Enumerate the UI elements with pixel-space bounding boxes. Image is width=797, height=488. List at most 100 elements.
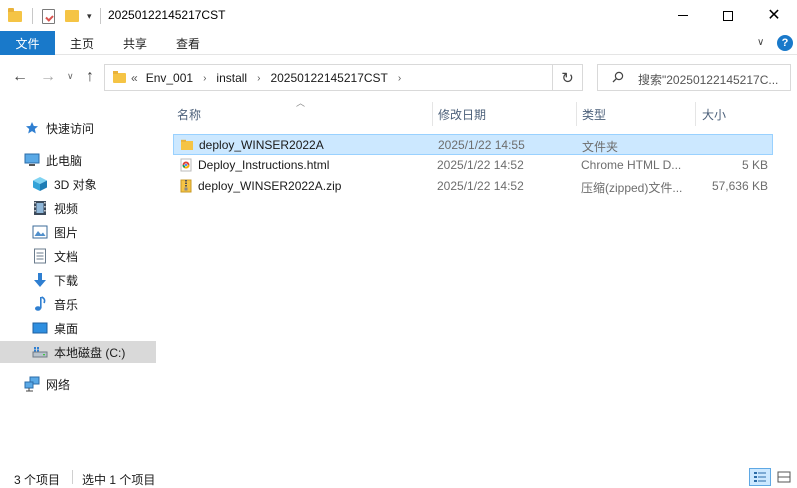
file-type: 压缩(zipped)文件...	[581, 181, 683, 195]
file-date: 2025/1/22 14:52	[437, 179, 524, 193]
tab-home[interactable]: 主页	[70, 31, 94, 55]
column-divider[interactable]	[695, 102, 696, 126]
column-header-label: 大小	[702, 107, 727, 122]
file-row[interactable]: deploy_WINSER2022A 2025/1/22 14:55 文件夹	[173, 134, 773, 155]
column-header-name[interactable]: 名称	[177, 102, 432, 126]
properties-icon[interactable]	[42, 8, 55, 24]
star-icon	[24, 120, 40, 136]
search-input[interactable]: 搜索"20250122145217C...	[597, 64, 791, 91]
navigation-pane: 快速访问 此电脑 3D 对象 视频 图片 文档 下载 音乐 桌面 本地磁盘 (C…	[0, 99, 158, 459]
file-size: 5 KB	[741, 158, 768, 172]
column-divider[interactable]	[432, 102, 433, 126]
video-icon	[32, 200, 48, 216]
recent-locations-chevron-icon[interactable]: ∨	[67, 71, 74, 82]
folder-icon	[181, 139, 193, 150]
forward-arrow-icon[interactable]: →	[40, 68, 56, 86]
sidebar-item-network[interactable]: 网络	[24, 373, 70, 395]
minimize-icon	[678, 15, 688, 16]
toolbar-divider	[99, 8, 101, 24]
tab-share[interactable]: 共享	[123, 31, 147, 55]
sidebar-item-label: 视频	[54, 201, 79, 216]
close-button[interactable]: ✕	[751, 0, 797, 31]
breadcrumb-separator-icon[interactable]: ›	[398, 73, 401, 84]
zip-icon	[180, 179, 192, 193]
details-view-icon	[754, 472, 766, 482]
sidebar-item-label: 文档	[54, 249, 79, 264]
new-folder-icon[interactable]	[65, 10, 79, 22]
sidebar-item-label: 桌面	[54, 321, 79, 336]
tab-view[interactable]: 查看	[176, 31, 200, 55]
breadcrumb: « Env_001 › install › 20250122145217CST …	[131, 71, 411, 85]
close-icon: ✕	[767, 6, 781, 24]
file-type: 文件夹	[582, 140, 619, 154]
tab-file[interactable]: 文件	[0, 31, 55, 55]
maximize-icon	[723, 10, 733, 21]
selection-count: 选中 1 个项目	[82, 473, 156, 487]
chrome-html-icon	[180, 158, 192, 172]
sidebar-item-3d-objects[interactable]: 3D 对象	[32, 173, 97, 195]
sidebar-item-quick-access[interactable]: 快速访问	[24, 117, 94, 139]
column-header-size[interactable]: 大小	[702, 102, 782, 126]
file-size: 57,636 KB	[711, 179, 768, 193]
sidebar-item-local-disk-c[interactable]: 本地磁盘 (C:)	[0, 341, 156, 363]
music-icon	[32, 296, 48, 312]
sidebar-item-label: 图片	[54, 225, 79, 240]
item-count: 3 个项目	[14, 473, 61, 487]
pictures-icon	[32, 224, 48, 240]
maximize-button[interactable]	[705, 0, 751, 31]
column-header-label: 类型	[582, 107, 607, 122]
back-arrow-icon[interactable]: ←	[12, 68, 28, 86]
sidebar-item-label: 本地磁盘 (C:)	[54, 345, 126, 360]
breadcrumb-item[interactable]: 20250122145217CST	[270, 71, 387, 85]
column-header-label: 名称	[177, 107, 202, 122]
column-divider[interactable]	[576, 102, 577, 126]
sidebar-item-this-pc[interactable]: 此电脑	[24, 149, 82, 171]
file-date: 2025/1/22 14:52	[437, 158, 524, 172]
search-placeholder: 搜索"20250122145217C...	[638, 73, 779, 87]
column-headers: 名称 修改日期 类型 大小	[170, 102, 797, 126]
sidebar-item-label: 快速访问	[46, 121, 95, 136]
sidebar-item-downloads[interactable]: 下载	[32, 269, 78, 291]
file-name: deploy_WINSER2022A.zip	[198, 179, 342, 193]
search-icon	[612, 71, 624, 83]
file-date: 2025/1/22 14:55	[438, 138, 525, 152]
breadcrumb-item[interactable]: install	[216, 71, 247, 85]
status-divider	[72, 470, 73, 484]
details-view-button[interactable]	[749, 468, 771, 486]
file-row[interactable]: deploy_WINSER2022A.zip 2025/1/22 14:52 压…	[173, 176, 773, 197]
expand-ribbon-chevron-icon[interactable]: ∨	[757, 37, 764, 48]
sidebar-item-pictures[interactable]: 图片	[32, 221, 78, 243]
folder-icon	[8, 7, 22, 22]
breadcrumb-separator-icon[interactable]: ›	[257, 73, 260, 84]
sidebar-item-music[interactable]: 音乐	[32, 293, 78, 315]
address-bar[interactable]: « Env_001 › install › 20250122145217CST …	[104, 64, 639, 91]
breadcrumb-item[interactable]: Env_001	[146, 71, 193, 85]
3d-objects-icon	[32, 176, 48, 192]
sidebar-item-desktop[interactable]: 桌面	[32, 317, 78, 339]
help-icon[interactable]: ?	[777, 35, 793, 51]
minimize-button[interactable]	[660, 0, 706, 31]
file-row[interactable]: Deploy_Instructions.html 2025/1/22 14:52…	[173, 155, 773, 176]
customize-toolbar-chevron-icon[interactable]: ▾	[87, 11, 92, 22]
up-arrow-icon[interactable]: ↑	[86, 68, 94, 86]
download-icon	[32, 272, 48, 288]
computer-icon	[24, 152, 40, 168]
breadcrumb-separator-icon[interactable]: ›	[203, 73, 206, 84]
sidebar-item-label: 音乐	[54, 297, 79, 312]
column-header-type[interactable]: 类型	[582, 102, 694, 126]
large-icons-view-icon	[777, 471, 791, 483]
sidebar-item-videos[interactable]: 视频	[32, 197, 78, 219]
status-bar: 3 个项目 选中 1 个项目	[0, 466, 797, 488]
sidebar-item-label: 网络	[46, 377, 71, 392]
ribbon-tabs: 文件 主页 共享 查看 ∨ ?	[0, 31, 797, 55]
drive-icon	[32, 344, 48, 360]
large-icons-view-button[interactable]	[775, 468, 793, 486]
file-type: Chrome HTML D...	[581, 158, 682, 172]
breadcrumb-overflow[interactable]: «	[131, 71, 138, 85]
column-header-label: 修改日期	[438, 107, 487, 122]
sidebar-item-label: 此电脑	[46, 153, 83, 168]
navigation-bar: ← → ∨ ↑ « Env_001 › install › 2025012214…	[0, 55, 797, 99]
column-header-date[interactable]: 修改日期	[438, 102, 576, 126]
sidebar-item-documents[interactable]: 文档	[32, 245, 78, 267]
refresh-button[interactable]: ↻	[553, 64, 583, 91]
